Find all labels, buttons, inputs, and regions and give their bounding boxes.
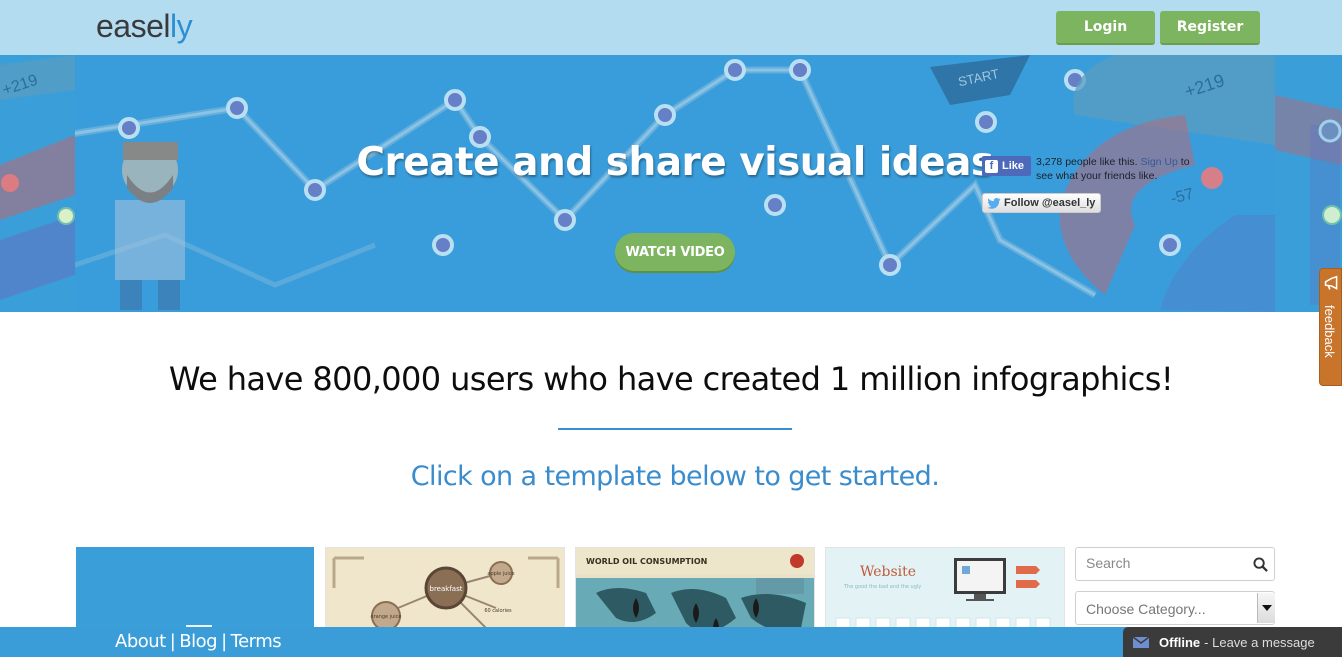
facebook-like-label: Like (1002, 160, 1025, 172)
logo-text-accent: ly (170, 8, 193, 44)
section-divider (558, 428, 792, 430)
hero-banner: START +219 -57 Create and share visual i… (75, 55, 1275, 312)
fb-count-text: 3,278 people like this. (1036, 156, 1138, 168)
website-template-subtitle: The good the bad and the ugly (843, 584, 921, 590)
fb-signup-link[interactable]: Sign Up (1141, 156, 1178, 168)
chat-message: - Leave a message (1204, 634, 1315, 650)
live-chat-widget[interactable]: Offline - Leave a message (1123, 627, 1342, 657)
envelope-icon (1133, 636, 1149, 648)
template-node-label: orange juice (371, 614, 402, 620)
template-node-label: apple juice (487, 571, 514, 577)
search-input[interactable] (1086, 555, 1246, 571)
hero-left-strip: +219 (0, 55, 75, 312)
template-prompt: Click on a template below to get started… (410, 461, 940, 492)
search-icon[interactable] (1253, 557, 1268, 572)
feedback-label: feedback (1322, 305, 1337, 358)
facebook-like-count: 3,278 people like this. Sign Up to see w… (1036, 155, 1206, 183)
hero-left-decoration: +219 (0, 55, 75, 300)
twitter-follow-label: Follow @easel_ly (1004, 197, 1096, 209)
template-node-label: 60 calories (484, 608, 512, 614)
stats-headline: We have 800,000 users who have created 1… (168, 360, 1174, 398)
login-button[interactable]: Login (1056, 11, 1155, 45)
category-selected-value: Choose Category... (1086, 601, 1206, 617)
easelly-logo[interactable]: easelly (96, 8, 193, 45)
footer-bar: About | Blog | Terms Offline - Leave a messa… (0, 627, 1342, 657)
oil-template-title: WORLD OIL CONSUMPTION (586, 557, 707, 566)
footer-links: About | Blog | Terms (115, 631, 282, 652)
blog-link[interactable]: Blog (179, 631, 217, 652)
chevron-down-icon[interactable] (1257, 593, 1275, 623)
website-template-title: Website (860, 564, 916, 580)
template-search (1075, 547, 1275, 581)
terms-link[interactable]: Terms (231, 631, 282, 652)
twitter-follow-button[interactable]: Follow @easel_ly (982, 193, 1101, 213)
category-select[interactable]: Choose Category... (1075, 591, 1275, 625)
footer-separator: | (221, 631, 227, 652)
twitter-bird-icon (987, 197, 1001, 209)
hero-minus-label: -57 (1169, 185, 1196, 207)
watch-video-button[interactable]: WATCH VIDEO (615, 233, 735, 271)
top-navbar: easelly Login Register (0, 0, 1342, 55)
chat-status: Offline (1159, 634, 1201, 650)
register-button[interactable]: Register (1160, 11, 1260, 45)
about-link[interactable]: About (115, 631, 166, 652)
megaphone-icon (1324, 275, 1338, 290)
facebook-icon: f (985, 159, 998, 173)
breakfast-node-label: breakfast (430, 585, 463, 593)
facebook-like-button[interactable]: f Like (982, 156, 1031, 176)
logo-text: easel (96, 8, 171, 44)
footer-separator: | (169, 631, 176, 652)
